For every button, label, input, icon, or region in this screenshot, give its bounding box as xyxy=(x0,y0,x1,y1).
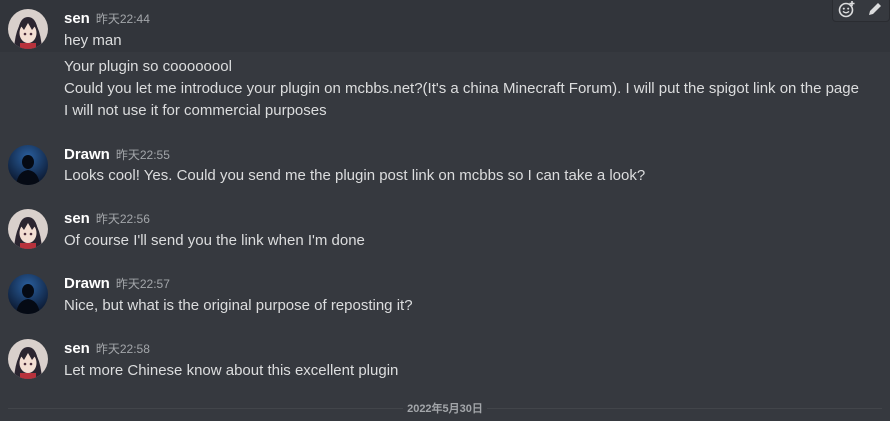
message-header: sen 昨天22:56 xyxy=(64,209,150,229)
edit-icon[interactable] xyxy=(864,0,886,20)
timestamp: 昨天22:55 xyxy=(115,148,170,162)
date-divider-label: 2022年5月30日 xyxy=(403,403,487,415)
timestamp: 昨天22:57 xyxy=(115,277,170,291)
avatar[interactable] xyxy=(8,145,48,185)
message-text: Could you let me introduce your plugin o… xyxy=(64,80,859,97)
message-text: Looks cool! Yes. Could you send me the p… xyxy=(64,167,646,184)
timestamp: 昨天22:56 xyxy=(95,212,150,226)
message-header: sen 昨天22:44 xyxy=(64,9,150,29)
username[interactable]: sen xyxy=(64,340,90,357)
message-text: I will not use it for commercial purpose… xyxy=(64,102,327,119)
username[interactable]: sen xyxy=(64,210,90,227)
timestamp: 昨天22:44 xyxy=(95,12,150,26)
avatar[interactable] xyxy=(8,9,48,49)
message-text: Nice, but what is the original purpose o… xyxy=(64,297,413,314)
timestamp: 昨天22:58 xyxy=(95,342,150,356)
message-text: Of course I'll send you the link when I'… xyxy=(64,232,365,249)
message-text: Your plugin so coooooool xyxy=(64,58,232,75)
message-text: hey man xyxy=(64,32,122,49)
date-divider: 2022年5月30日 xyxy=(0,401,890,416)
username[interactable]: sen xyxy=(64,10,90,27)
username[interactable]: Drawn xyxy=(64,275,110,292)
username[interactable]: Drawn xyxy=(64,146,110,163)
message-header: sen 昨天22:58 xyxy=(64,339,150,359)
add-reaction-icon[interactable] xyxy=(836,0,858,20)
avatar[interactable] xyxy=(8,209,48,249)
avatar[interactable] xyxy=(8,339,48,379)
message-action-toolbar xyxy=(832,0,890,22)
message-header: Drawn 昨天22:57 xyxy=(64,274,170,294)
avatar[interactable] xyxy=(8,274,48,314)
message-text: Let more Chinese know about this excelle… xyxy=(64,362,399,379)
message-header: Drawn 昨天22:55 xyxy=(64,145,170,165)
